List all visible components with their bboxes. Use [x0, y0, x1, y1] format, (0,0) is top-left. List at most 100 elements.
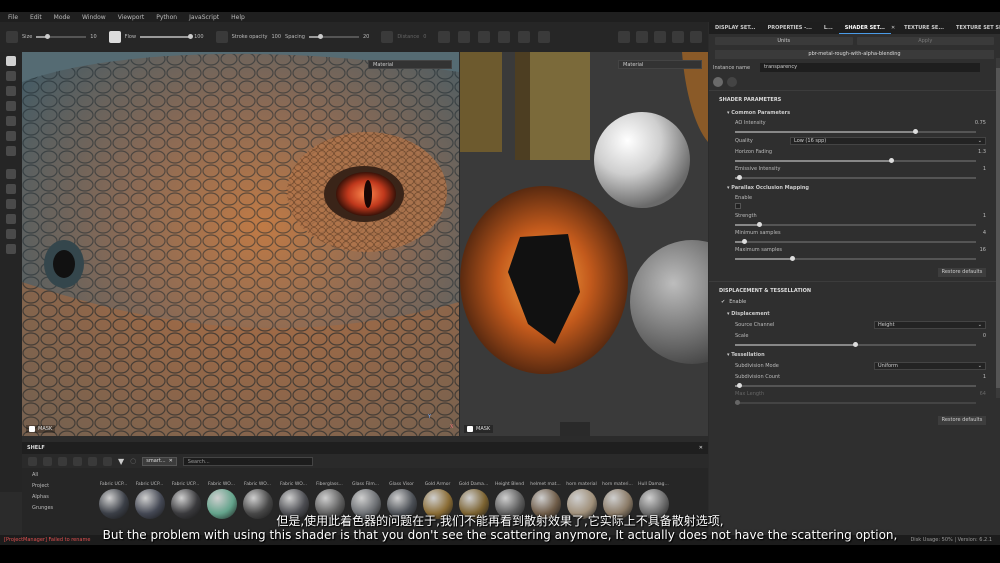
category-grunges[interactable]: Grunges	[32, 505, 82, 511]
instance-name-input[interactable]: transparency	[760, 63, 981, 72]
search-filter-tag[interactable]: smart... ✕	[142, 456, 177, 466]
pause-icon[interactable]	[618, 31, 630, 43]
2d-mask-toggle[interactable]: MASK	[464, 425, 494, 433]
color-picker-icon[interactable]	[6, 146, 16, 156]
apply-button[interactable]: Apply	[856, 37, 994, 45]
material-view-icon[interactable]	[654, 31, 666, 43]
flow-slider[interactable]	[140, 34, 193, 39]
backface-icon[interactable]	[538, 31, 551, 43]
max-length-slider[interactable]	[735, 400, 976, 405]
ao-slider[interactable]	[735, 129, 976, 134]
tab-display-settings[interactable]: DISPLAY SET...	[709, 22, 762, 34]
import-icon[interactable]	[103, 456, 112, 466]
ao-value[interactable]: 0.75	[975, 120, 986, 126]
mirror-icon[interactable]	[458, 31, 471, 43]
tab-texture-set[interactable]: TEXTURE SE...	[898, 22, 950, 34]
3d-viewport[interactable]: Material Y X MASK	[22, 52, 459, 436]
tab-layers[interactable]: L...	[818, 22, 839, 34]
lazy-mouse-icon[interactable]	[381, 31, 394, 43]
scale-slider[interactable]	[735, 342, 976, 347]
subdiv-mode-dropdown[interactable]: Uniform ⌄	[874, 362, 986, 370]
parallax-title[interactable]: ▾ Parallax Occlusion Mapping	[709, 181, 1000, 193]
clone-icon[interactable]	[6, 131, 16, 141]
scale-value[interactable]: 0	[983, 333, 986, 339]
tab-properties[interactable]: PROPERTIES -...	[762, 22, 818, 34]
quality-dropdown[interactable]: Low (16 spp) ⌄	[790, 137, 986, 145]
paint-brush-icon[interactable]	[6, 56, 16, 66]
settings-icon[interactable]	[6, 244, 16, 254]
layout-icon[interactable]	[636, 31, 648, 43]
restore-defaults-button-2[interactable]: Restore defaults	[938, 416, 986, 425]
menu-window[interactable]: Window	[82, 14, 106, 21]
2d-viewport[interactable]: Material MASK	[460, 52, 708, 436]
shader-sphere-icon[interactable]	[713, 77, 723, 87]
horizon-value[interactable]: 1.3	[978, 149, 986, 155]
category-alphas[interactable]: Alphas	[32, 494, 82, 500]
smudge-icon[interactable]	[6, 116, 16, 126]
subdiv-count-slider[interactable]	[735, 383, 976, 388]
strength-slider[interactable]	[735, 222, 976, 227]
menu-edit[interactable]: Edit	[30, 14, 42, 21]
menu-file[interactable]: File	[8, 14, 18, 21]
alignment-icon[interactable]	[478, 31, 491, 43]
panel-scrollbar[interactable]	[996, 58, 1000, 398]
strength-value[interactable]: 1	[983, 213, 986, 219]
refresh-icon[interactable]: ○	[130, 457, 136, 465]
new-resource-icon[interactable]	[43, 456, 52, 466]
tessellation-title[interactable]: ▾ Tessellation	[709, 348, 1000, 360]
emissive-value[interactable]: 1	[983, 166, 986, 172]
max-samples-slider[interactable]	[735, 256, 976, 261]
spacing-slider[interactable]	[308, 34, 359, 39]
2d-channel-dropdown[interactable]: Material	[618, 60, 702, 69]
tab-shader-settings[interactable]: SHADER SET...	[838, 22, 891, 34]
displacement-title[interactable]: ▾ Displacement	[709, 307, 1000, 319]
min-samples-slider[interactable]	[735, 239, 976, 244]
hide-icon[interactable]	[73, 456, 82, 466]
size-value[interactable]: 10	[90, 34, 96, 40]
stroke-opacity-value[interactable]: 100	[272, 34, 282, 40]
tab-texture-set-settings[interactable]: TEXTURE SET SET...	[950, 22, 1000, 34]
max-length-value[interactable]: 64	[980, 391, 986, 397]
menu-javascript[interactable]: JavaScript	[189, 14, 219, 21]
tag-close-icon[interactable]: ✕	[169, 458, 173, 464]
shader-selector[interactable]: pbr-metal-rough-with-alpha-blending	[715, 50, 994, 59]
python-icon[interactable]	[6, 214, 16, 224]
distance-value[interactable]: 0	[423, 34, 426, 40]
category-all[interactable]: All	[32, 472, 82, 478]
common-params-title[interactable]: ▾ Common Parameters	[709, 106, 1000, 118]
document-icon[interactable]	[6, 229, 16, 239]
viewport-mask-toggle[interactable]: MASK	[26, 425, 56, 433]
projection-icon[interactable]	[518, 31, 531, 43]
grid-view-icon[interactable]	[58, 456, 67, 466]
folder-icon[interactable]	[28, 456, 37, 466]
filter-icon[interactable]: ▼	[118, 457, 124, 466]
min-samples-value[interactable]: 4	[983, 230, 986, 236]
menu-help[interactable]: Help	[231, 14, 245, 21]
emissive-slider[interactable]	[735, 175, 976, 180]
display-icon[interactable]	[6, 199, 16, 209]
eraser-icon[interactable]	[6, 71, 16, 81]
restore-defaults-button[interactable]: Restore defaults	[938, 268, 986, 277]
pen-pressure-icon[interactable]	[108, 31, 121, 43]
units-button[interactable]: Units	[715, 37, 853, 45]
size-slider[interactable]	[36, 34, 87, 39]
polygon-fill-icon[interactable]	[6, 101, 16, 111]
shelf-close-icon[interactable]: ✕	[699, 445, 703, 451]
max-samples-value[interactable]: 16	[980, 247, 986, 253]
subdiv-count-value[interactable]: 1	[983, 374, 986, 380]
screenshot-icon[interactable]	[690, 31, 702, 43]
shelf-search-input[interactable]: Search...	[182, 456, 313, 466]
viewport-channel-dropdown[interactable]: Material	[368, 60, 452, 69]
spacing-value[interactable]: 20	[363, 34, 369, 40]
parallax-enable-checkbox[interactable]	[735, 203, 741, 209]
menu-python[interactable]: Python	[156, 14, 177, 21]
category-project[interactable]: Project	[32, 483, 82, 489]
projection-tool-icon[interactable]	[6, 86, 16, 96]
menu-viewport[interactable]: Viewport	[118, 14, 145, 21]
horizon-slider[interactable]	[735, 158, 976, 163]
camera-align-icon[interactable]	[498, 31, 511, 43]
bake-icon[interactable]	[6, 169, 16, 179]
disp-enable-row[interactable]: ✔ Enable	[709, 297, 1000, 307]
symmetry-icon[interactable]	[438, 31, 451, 43]
environment-icon[interactable]	[727, 77, 737, 87]
